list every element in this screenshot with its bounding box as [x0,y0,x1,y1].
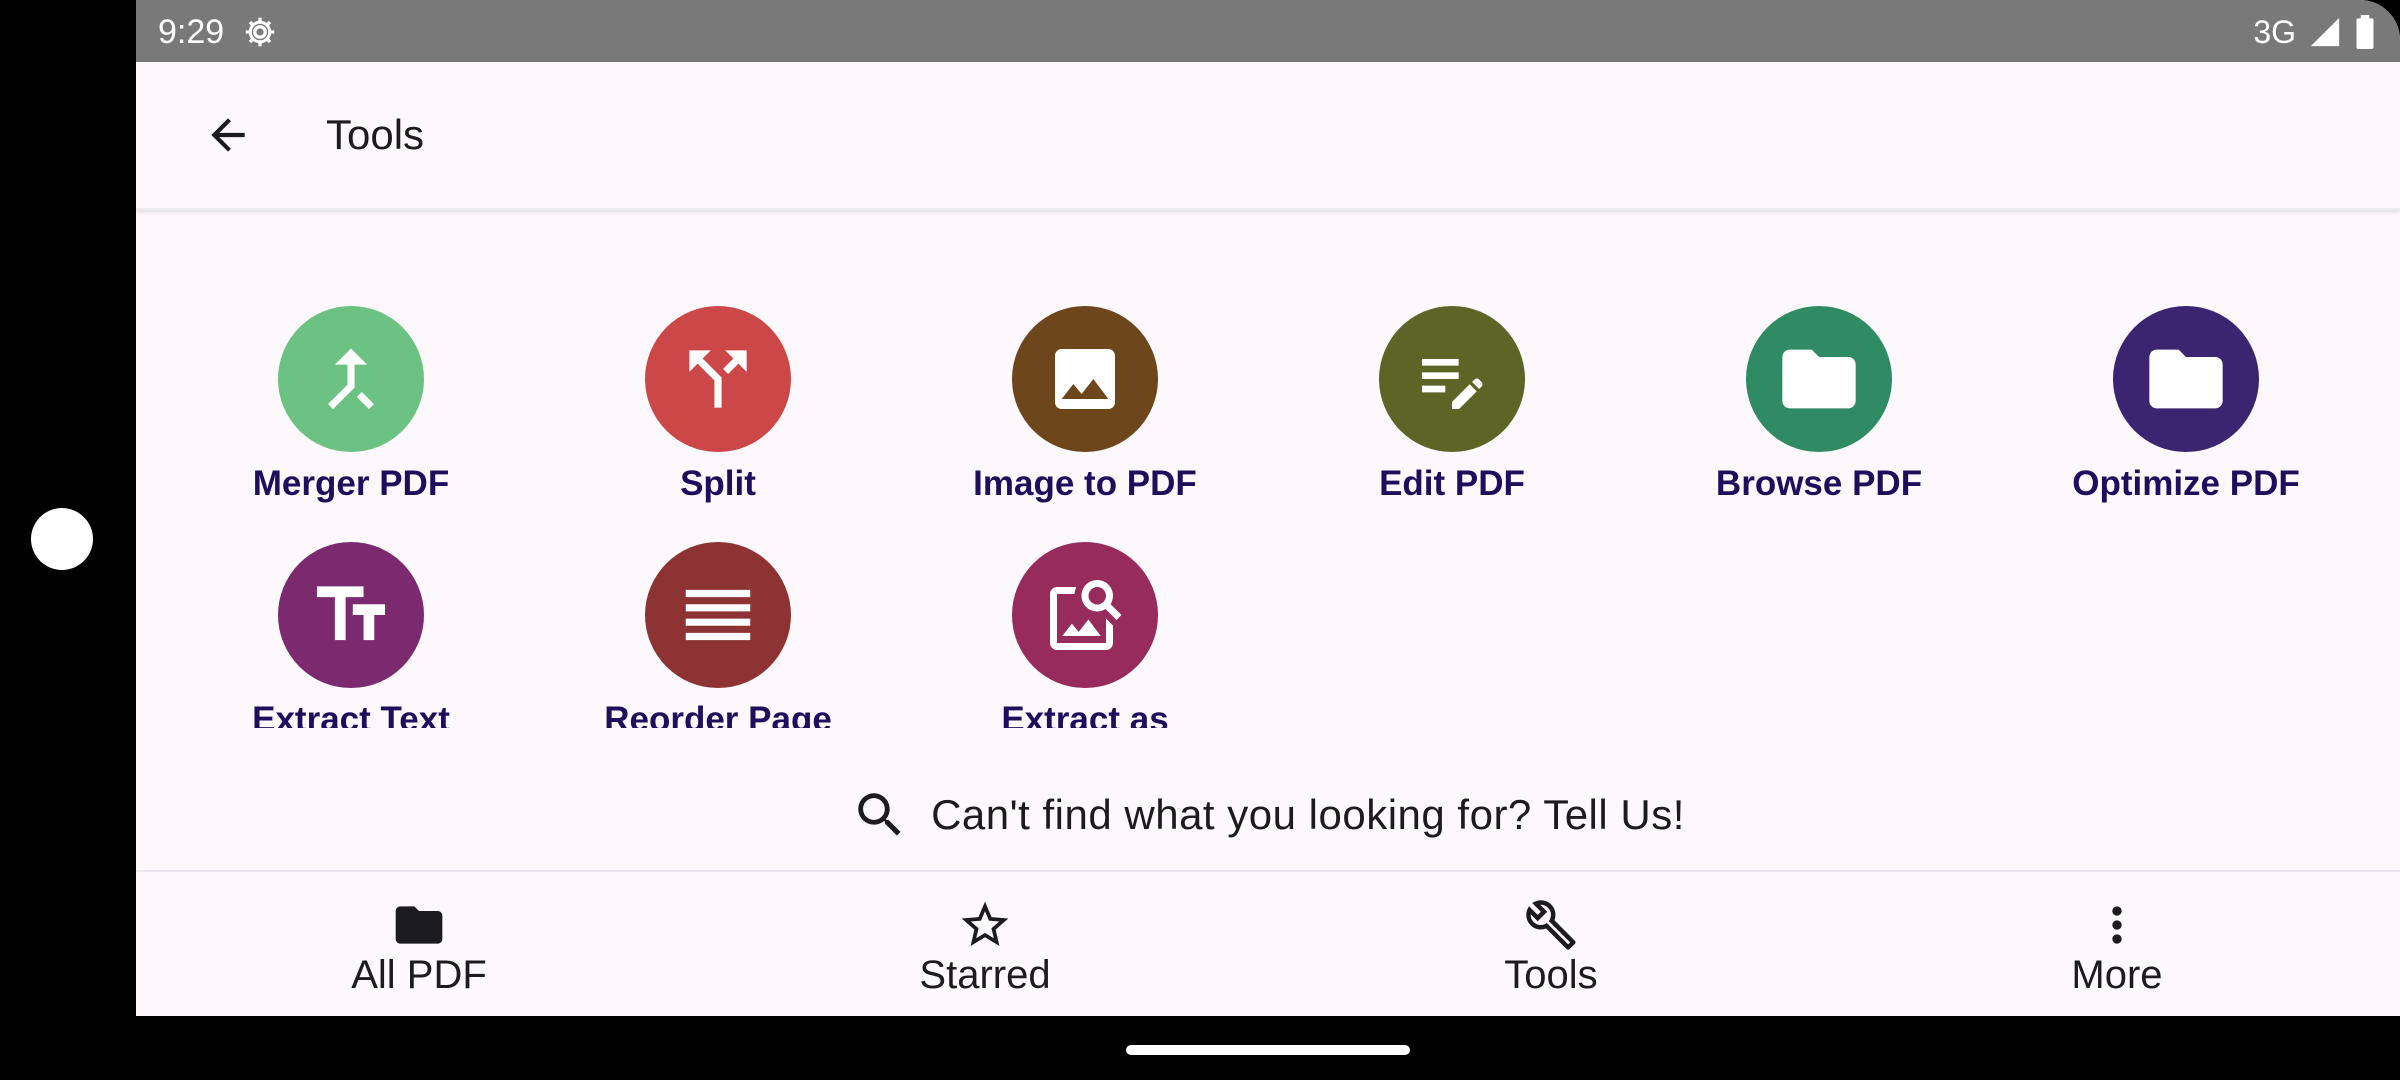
tool-label: Extract as [1001,700,1169,728]
wrench-icon [1523,900,1579,950]
tool-label: Optimize PDF [2072,464,2300,503]
tool-extract-text[interactable]: Extract Text [201,542,501,728]
tool-label: Image to PDF [973,464,1197,503]
device-frame: 9:29 3G Tools Merger PDF Split Image to … [0,0,2400,1080]
tool-label: Split [680,464,756,503]
tool-icon-circle [278,306,424,452]
back-button[interactable] [196,103,260,167]
network-type: 3G [2253,14,2296,50]
tool-reorder-page[interactable]: Reorder Page [568,542,868,728]
tool-edit-pdf[interactable]: Edit PDF [1302,306,1602,526]
nav-label: Starred [919,953,1051,997]
tool-label: Edit PDF [1379,464,1525,503]
merge-icon [328,348,374,410]
text-fields-icon [316,586,386,641]
tools-grid-row-2: Extract Text Reorder Page Extract as [136,536,2400,728]
gear-icon [245,17,275,47]
app-screen: 9:29 3G Tools Merger PDF Split Image to … [136,0,2400,1016]
top-app-bar: Tools [136,62,2400,210]
tool-browse-pdf[interactable]: Browse PDF [1669,306,1969,526]
tool-label: Browse PDF [1715,464,1923,503]
tool-label: Merger PDF [252,464,450,503]
bottom-navigation: All PDF Starred Tools More [136,870,2400,1016]
split-icon [689,350,747,408]
image-icon [1055,349,1115,409]
search-icon [858,793,901,836]
home-gesture-bar[interactable] [1126,1045,1410,1055]
folder-icon [2149,349,2223,409]
tool-icon-circle [2113,306,2259,452]
tool-icon-circle [278,542,424,688]
tool-icon-circle [645,542,791,688]
nav-label: Tools [1504,953,1598,997]
more-vert-icon [2089,900,2145,950]
edit-note-icon [1422,359,1483,409]
nav-all-pdf[interactable]: All PDF [136,872,702,1016]
folder-icon [1782,349,1856,409]
tool-label: Reorder Page [604,700,832,728]
tool-icon-circle [1012,542,1158,688]
feedback-text: Can't find what you looking for? Tell Us… [931,791,1685,838]
status-bar: 9:29 3G [136,0,2400,62]
tool-icon-circle [645,306,791,452]
folder-icon [391,900,447,950]
tool-merger-pdf[interactable]: Merger PDF [201,306,501,526]
nav-tools[interactable]: Tools [1268,872,1834,1016]
tool-icon-circle [1379,306,1525,452]
status-time: 9:29 [158,13,225,51]
tool-extract-as[interactable]: Extract as [935,542,1235,728]
tool-image-to-pdf[interactable]: Image to PDF [935,306,1235,526]
tool-optimize-pdf[interactable]: Optimize PDF [2036,306,2336,526]
star-outline-icon [957,900,1013,950]
page-title: Tools [326,111,425,158]
nav-more[interactable]: More [1834,872,2400,1016]
reorder-icon [685,589,751,641]
tool-icon-circle [1012,306,1158,452]
tool-label: Extract Text [252,700,450,728]
signal-icon [2310,17,2340,47]
nav-label: More [2071,953,2163,997]
nav-starred[interactable]: Starred [702,872,1268,1016]
image-search-icon [1050,580,1122,650]
battery-icon [2356,15,2374,49]
tool-split[interactable]: Split [568,306,868,526]
front-camera [31,508,93,570]
tool-icon-circle [1746,306,1892,452]
arrow-left-icon [211,118,245,152]
feedback-link[interactable]: Can't find what you looking for? Tell Us… [136,784,2400,846]
nav-label: All PDF [351,953,487,997]
status-icons: 3G [2253,12,2376,52]
